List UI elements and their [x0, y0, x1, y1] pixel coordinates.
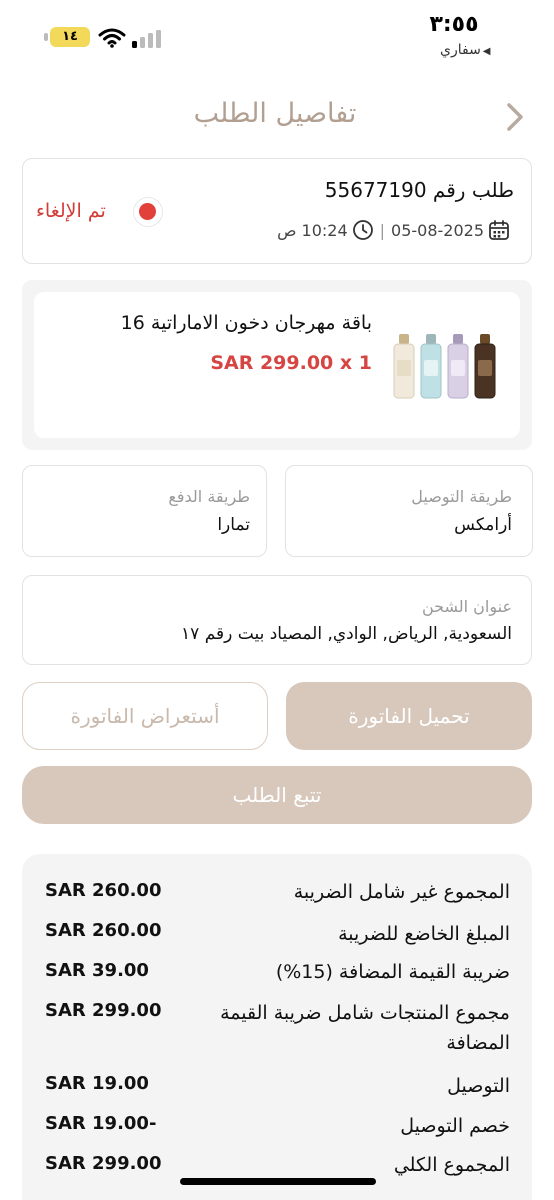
- payment-method-value: تمارا: [217, 515, 250, 535]
- clock-icon: [352, 220, 373, 240]
- view-invoice-button[interactable]: أستعراض الفاتورة: [22, 682, 268, 750]
- page-title: تفاصيل الطلب: [193, 98, 357, 129]
- payment-method-label: طريقة الدفع: [168, 487, 250, 506]
- battery-icon: ١٤: [50, 27, 90, 47]
- download-invoice-button[interactable]: تحميل الفاتورة: [286, 682, 532, 750]
- summary-row-label: ضريبة القيمة المضافة (15%): [275, 961, 510, 983]
- back-to-app-link[interactable]: ◀سفاري: [440, 42, 491, 58]
- home-indicator[interactable]: [180, 1178, 376, 1185]
- order-time: 10:24 ص: [277, 220, 348, 240]
- track-order-button[interactable]: تتبع الطلب: [22, 766, 532, 824]
- summary-row-value: SAR 299.00: [45, 1153, 162, 1174]
- wifi-icon: [98, 28, 126, 48]
- summary-row-value: SAR 19.00-: [45, 1113, 157, 1134]
- summary-row-label: التوصيل: [447, 1075, 510, 1097]
- order-status: تم الإلغاء: [36, 200, 106, 222]
- summary-row-value: SAR 39.00: [45, 960, 149, 981]
- summary-row-label: مجموع المنتجات شامل ضريبة القيمة المضافة: [220, 1002, 510, 1054]
- shipping-address-value: السعودية, الرياض, الوادي, المصياد بيت رق…: [181, 624, 512, 644]
- order-date: 05-08-2025: [391, 220, 484, 240]
- shipping-method-label: طريقة التوصيل: [411, 487, 512, 506]
- order-number: طلب رقم 55677190: [324, 178, 514, 202]
- product-price: SAR 299.00 x 1: [210, 352, 372, 374]
- back-app-label: سفاري: [440, 42, 481, 58]
- chevron-back-icon[interactable]: [500, 100, 528, 134]
- summary-row-value: SAR 299.00: [45, 1000, 162, 1021]
- summary-row-value: SAR 19.00: [45, 1073, 149, 1094]
- summary-row-value: SAR 260.00: [45, 920, 162, 941]
- cancel-status-dot-icon: [133, 197, 163, 227]
- summary-row-label: المبلغ الخاضع للضريبة: [338, 923, 510, 945]
- shipping-address-label: عنوان الشحن: [421, 597, 512, 616]
- battery-cap: [44, 33, 48, 41]
- shipping-address-card: [22, 575, 532, 665]
- status-time: ٣:٥٥: [429, 12, 479, 37]
- meta-separator: |: [379, 220, 386, 240]
- summary-row-label: خصم التوصيل: [400, 1115, 510, 1137]
- payment-method-card: [22, 465, 267, 557]
- summary-row-label: المجموع غير شامل الضريبة: [293, 881, 510, 903]
- shipping-method-value: أرامكس: [454, 515, 512, 535]
- summary-row-label: المجموع الكلي: [393, 1154, 510, 1176]
- back-triangle-icon: ◀: [482, 46, 491, 57]
- signal-icon: [132, 30, 161, 48]
- order-meta: 05-08-2025 | 10:24 ص: [277, 219, 510, 241]
- shipping-method-card: [285, 465, 533, 557]
- summary-row-value: SAR 260.00: [45, 880, 162, 901]
- product-image: [393, 334, 496, 399]
- product-name: باقة مهرجان دخون الاماراتية 16: [120, 312, 372, 334]
- calendar-icon: [489, 220, 509, 240]
